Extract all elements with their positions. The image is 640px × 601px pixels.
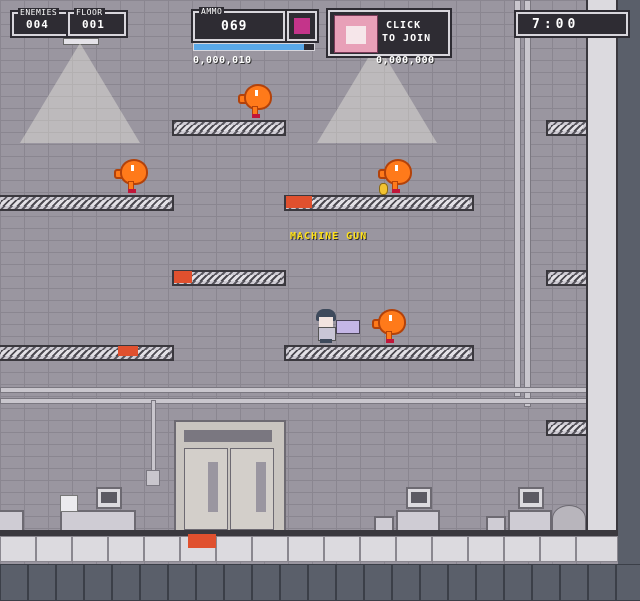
rubble-pile bbox=[552, 505, 586, 532]
floor-counter: FLOOR 001 bbox=[68, 8, 126, 36]
platform bbox=[284, 195, 474, 211]
platform bbox=[284, 345, 474, 361]
join-line-1[interactable]: CLICK bbox=[386, 20, 421, 31]
ammo-label: AMMO bbox=[199, 7, 225, 16]
orange-enemy bbox=[238, 84, 272, 118]
machine-gun-icon bbox=[336, 320, 360, 334]
computer-monitor bbox=[96, 487, 122, 509]
platform-ledge-right bbox=[546, 420, 588, 436]
weapon-slot bbox=[287, 11, 317, 41]
elevator-door-left bbox=[184, 448, 228, 530]
vertical-pipe-2 bbox=[524, 0, 531, 407]
player2-face bbox=[346, 26, 366, 44]
orange-enemy bbox=[114, 159, 148, 193]
right-wall-pillar bbox=[586, 0, 618, 536]
blood-splatter bbox=[188, 534, 216, 548]
elevator-window bbox=[256, 462, 266, 512]
ammo-counter: AMMO 069 bbox=[193, 7, 285, 41]
timer-value: 7:00 bbox=[532, 17, 580, 32]
enemies-counter: ENEMIES 004 bbox=[12, 8, 70, 36]
light-cone-left bbox=[20, 43, 140, 143]
player-face bbox=[319, 317, 333, 327]
horizontal-pipe bbox=[0, 387, 588, 393]
platform bbox=[172, 120, 286, 136]
right-outer-wall bbox=[618, 0, 640, 601]
enemies-label: ENEMIES bbox=[18, 8, 60, 17]
ammo-bar-fill bbox=[194, 44, 305, 50]
blood-splatter bbox=[286, 196, 312, 208]
game-screen[interactable]: MACHINE GUN ENEMIES 004 FLOOR 001 AMMO 0… bbox=[0, 0, 640, 601]
player2-portrait bbox=[334, 15, 378, 53]
platform bbox=[0, 345, 174, 361]
player1-score: 0,000,010 bbox=[193, 55, 252, 66]
wall-conduit bbox=[151, 400, 156, 474]
horizontal-pipe-2 bbox=[0, 398, 588, 404]
elevator-door-right bbox=[230, 448, 274, 530]
ammo-value: 069 bbox=[221, 19, 248, 34]
floor-label: FLOOR bbox=[74, 8, 105, 17]
blood-splatter bbox=[118, 346, 138, 356]
round-timer: 7:00 bbox=[516, 12, 628, 36]
player-legs bbox=[320, 339, 332, 343]
floor-value: 001 bbox=[82, 18, 105, 31]
weapon-slot-icon bbox=[294, 18, 310, 34]
wall-switch bbox=[146, 470, 160, 486]
ammo-bar-track bbox=[193, 43, 315, 51]
platform-ledge-right bbox=[546, 270, 588, 286]
orange-enemy bbox=[372, 309, 406, 343]
elevator bbox=[174, 420, 286, 534]
blood-splatter bbox=[174, 271, 192, 283]
paper-stack bbox=[60, 495, 78, 512]
coin-pickup bbox=[379, 183, 388, 195]
computer-monitor bbox=[406, 487, 432, 509]
elevator-top-panel bbox=[184, 430, 272, 442]
player-character bbox=[314, 309, 338, 343]
platform bbox=[0, 195, 174, 211]
vertical-pipe bbox=[514, 0, 521, 397]
platform-ledge-right bbox=[546, 120, 588, 136]
enemies-value: 004 bbox=[26, 18, 49, 31]
player2-join-panel[interactable]: CLICK TO JOIN bbox=[328, 10, 450, 56]
elevator-window bbox=[208, 462, 218, 512]
join-line-2[interactable]: TO JOIN bbox=[382, 33, 431, 44]
player2-score: 0,000,000 bbox=[376, 55, 435, 66]
weapon-pickup-label: MACHINE GUN bbox=[290, 231, 368, 242]
computer-monitor bbox=[518, 487, 544, 509]
